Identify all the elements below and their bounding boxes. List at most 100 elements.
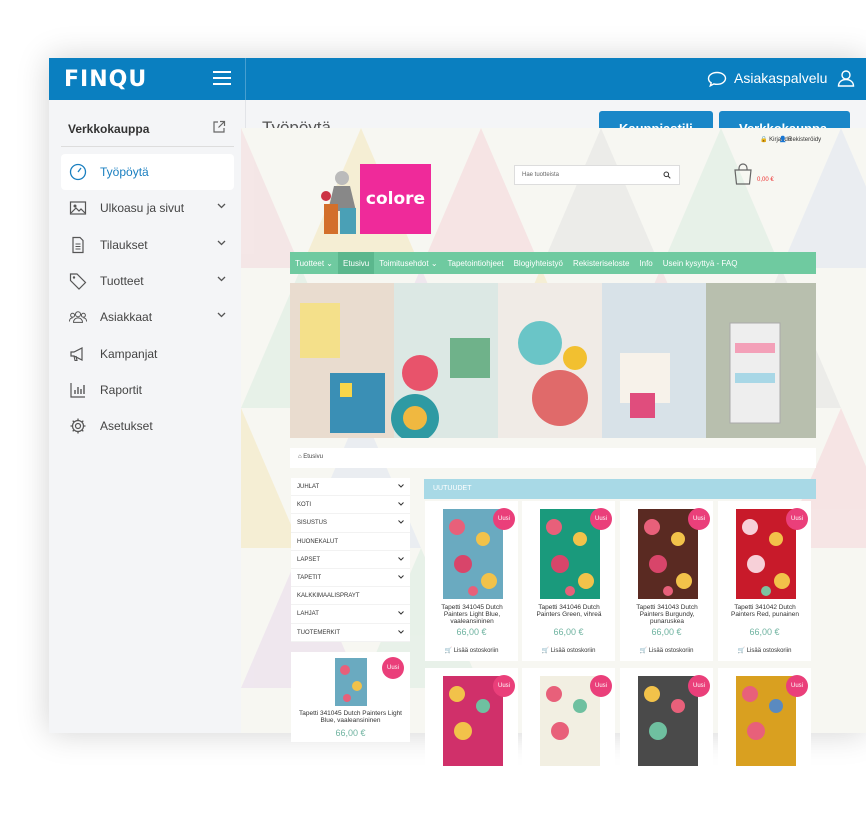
side-product-card[interactable]: Uusi Tapetti 341045 Dutch Painters Light…	[291, 652, 410, 742]
user-icon[interactable]	[837, 69, 855, 87]
category-label: KOTI	[297, 502, 312, 509]
product-card[interactable]: Uusi Tapetti 341042 Dutch Painters Red, …	[718, 501, 811, 661]
menu-label: Toimitusehdot	[379, 259, 429, 268]
menu-item-products[interactable]: Tuotteet ⌄	[290, 252, 338, 274]
category-item[interactable]: SISUSTUS	[291, 514, 410, 533]
cart-total[interactable]: 0,00 €	[757, 177, 774, 183]
product-card[interactable]: Uusi	[718, 668, 811, 828]
customer-service-link[interactable]: Asiakaspalvelu	[734, 70, 827, 86]
new-badge: Uusi	[688, 675, 710, 697]
sidebar-item-label: Asetukset	[100, 419, 153, 434]
chevron-down-icon	[398, 575, 404, 579]
add-to-cart-button[interactable]: 🛒 Lisää ostoskoriin	[718, 647, 811, 654]
add-to-cart-button[interactable]: 🛒 Lisää ostoskoriin	[425, 647, 518, 654]
bar-chart-icon	[70, 382, 85, 398]
category-item[interactable]: JUHLAT	[291, 478, 410, 497]
product-name[interactable]: Tapetti 341043 Dutch Painters Burgundy, …	[624, 604, 710, 625]
new-badge: Uusi	[493, 675, 515, 697]
category-label: LAPSET	[297, 556, 321, 563]
product-card[interactable]: Uusi Tapetti 341046 Dutch Painters Green…	[522, 501, 615, 661]
chevron-down-icon	[398, 629, 404, 634]
users-icon	[69, 311, 87, 324]
hero-banner[interactable]	[290, 283, 816, 438]
category-item[interactable]: TUOTEMERKIT	[291, 624, 410, 642]
product-name[interactable]: Tapetti 341046 Dutch Painters Green, vih…	[526, 604, 612, 618]
sidebar-item-label: Kampanjat	[100, 346, 158, 361]
menu-item-faq[interactable]: Usein kysyttyä - FAQ	[658, 252, 743, 274]
gear-icon	[70, 418, 86, 434]
hamburger-menu-icon[interactable]	[213, 71, 231, 85]
new-badge: Uusi	[590, 675, 612, 697]
category-label: SISUSTUS	[297, 520, 328, 527]
menu-item-home[interactable]: Etusivu	[338, 252, 375, 274]
product-card[interactable]: Uusi Tapetti 341045 Dutch Painters Light…	[425, 501, 518, 661]
add-to-cart-button[interactable]: 🛒 Lisää ostoskoriin	[620, 647, 713, 654]
home-icon[interactable]: ⌂	[298, 454, 302, 460]
chevron-down-icon	[217, 312, 226, 318]
shopping-bag-icon[interactable]	[733, 163, 753, 185]
chevron-down-icon	[217, 276, 226, 282]
product-card[interactable]: Uusi	[522, 668, 615, 828]
add-to-cart-button[interactable]: 🛒 Lisää ostoskoriin	[522, 647, 615, 654]
sidebar-item-reports[interactable]: Raportit	[61, 372, 234, 408]
external-link-icon[interactable]	[212, 120, 226, 134]
finqu-logo[interactable]: FINQU	[64, 67, 147, 92]
sidebar-item-label: Tuotteet	[100, 274, 144, 289]
product-name[interactable]: Tapetti 341042 Dutch Painters Red, punai…	[722, 604, 808, 618]
new-products-header: UUTUUDET	[424, 479, 816, 499]
breadcrumb-home[interactable]: Etusivu	[303, 454, 323, 460]
sidebar-item-label: Ulkoasu ja sivut	[100, 201, 185, 216]
product-card[interactable]: Uusi	[620, 668, 713, 828]
store-logo[interactable]: colore	[360, 164, 431, 234]
product-card[interactable]: Uusi Tapetti 341043 Dutch Painters Burgu…	[620, 501, 713, 661]
chevron-down-icon	[398, 556, 404, 561]
chevron-down-icon	[217, 203, 226, 209]
sidebar-item-dashboard[interactable]: Työpöytä	[61, 154, 234, 191]
add-to-cart-label: Lisää ostoskoriin	[746, 648, 792, 654]
megaphone-icon	[70, 346, 83, 361]
menu-item-privacy[interactable]: Rekisteriseloste	[568, 252, 634, 274]
menu-item-wallpaper-guide[interactable]: Tapetointiohjeet	[443, 252, 509, 274]
category-item[interactable]: HUONEKALUT	[291, 533, 410, 551]
product-image[interactable]	[335, 658, 367, 706]
logo-area: FINQU	[49, 58, 246, 100]
sidebar-item-label: Tilaukset	[100, 237, 148, 252]
category-item[interactable]: TAPETIT	[291, 569, 410, 588]
product-name[interactable]: Tapetti 341045 Dutch Painters Light Blue…	[429, 604, 515, 625]
chevron-down-icon	[398, 611, 404, 616]
image-icon	[69, 201, 87, 216]
new-badge: Uusi	[786, 675, 808, 697]
category-label: LAHJAT	[297, 611, 319, 618]
sidebar-item-settings[interactable]: Asetukset	[61, 408, 234, 444]
sidebar-item-orders[interactable]: Tilaukset	[61, 227, 234, 263]
category-list: JUHLAT KOTI SISUSTUS HUONEKALUT LAPSET T…	[291, 478, 410, 642]
menu-item-blog[interactable]: Blogiyhteistyö	[509, 252, 568, 274]
category-item[interactable]: LAPSET	[291, 551, 410, 569]
sidebar-item-products[interactable]: Tuotteet	[61, 263, 234, 299]
category-item[interactable]: LAHJAT	[291, 605, 410, 624]
category-label: TAPETIT	[297, 574, 322, 581]
menu-item-terms[interactable]: Toimitusehdot ⌄	[374, 252, 442, 274]
breadcrumb: ⌂ Etusivu	[290, 448, 816, 468]
product-card[interactable]: Uusi	[425, 668, 518, 828]
category-label: HUONEKALUT	[297, 538, 339, 545]
product-name[interactable]: Tapetti 341045 Dutch Painters Light Blue…	[297, 710, 404, 724]
chevron-down-icon	[217, 240, 226, 246]
register-link[interactable]: 👤 Rekisteröidy	[779, 136, 821, 143]
add-to-cart-label: Lisää ostoskoriin	[453, 648, 499, 654]
menu-item-info[interactable]: Info	[634, 252, 657, 274]
chat-icon[interactable]	[707, 71, 727, 87]
product-price: 66,00 €	[335, 728, 366, 738]
dashboard-icon	[69, 163, 87, 181]
sidebar-nav: Työpöytä Ulkoasu ja sivut Tilaukset Tuot…	[61, 154, 234, 444]
category-item[interactable]: KALKKIMAALISPRAYT	[291, 587, 410, 606]
sidebar-item-appearance[interactable]: Ulkoasu ja sivut	[61, 190, 234, 226]
product-price: 66,00 €	[749, 627, 780, 637]
search-icon[interactable]	[663, 171, 671, 179]
category-label: KALKKIMAALISPRAYT	[297, 593, 360, 600]
sidebar-item-campaigns[interactable]: Kampanjat	[61, 335, 234, 371]
chevron-down-icon	[398, 520, 404, 525]
sidebar-item-customers[interactable]: Asiakkaat	[61, 299, 234, 335]
search-input[interactable]: Hae tuotteista	[514, 165, 680, 185]
category-item[interactable]: KOTI	[291, 496, 410, 515]
